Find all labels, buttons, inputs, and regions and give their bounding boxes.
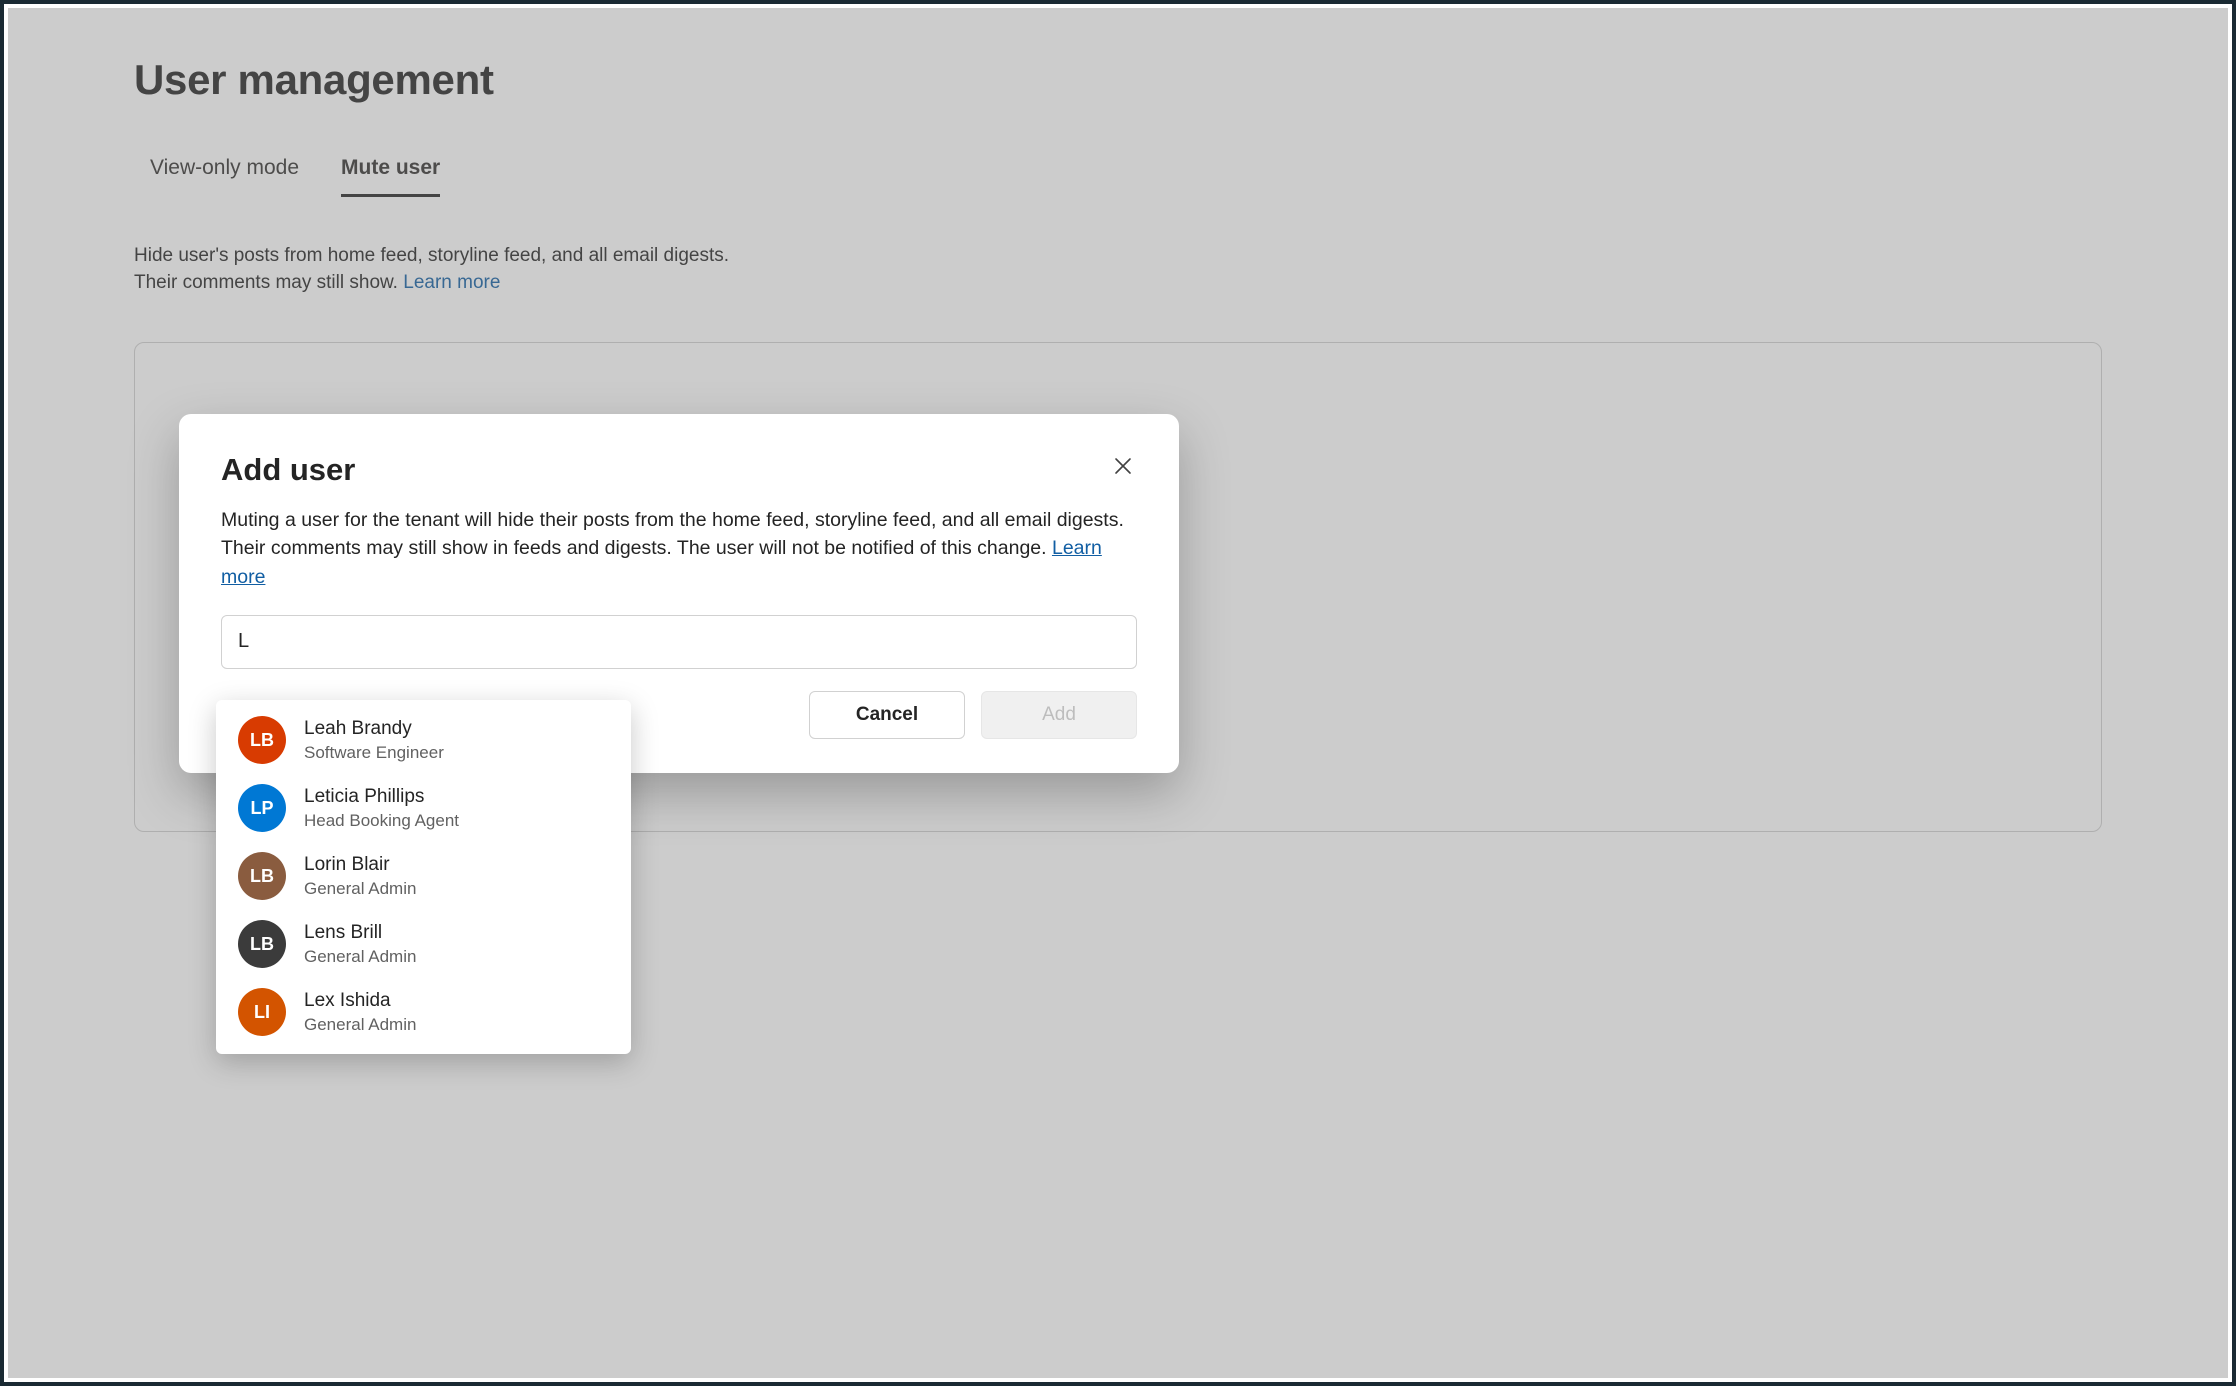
suggestion-name: Lorin Blair	[304, 852, 416, 878]
suggestion-item[interactable]: LI Lex Ishida General Admin	[216, 978, 631, 1046]
avatar: LB	[238, 852, 286, 900]
description-line1: Hide user's posts from home feed, storyl…	[134, 245, 729, 266]
suggestion-item[interactable]: LB Lens Brill General Admin	[216, 910, 631, 978]
tab-view-only-mode[interactable]: View-only mode	[150, 156, 299, 197]
avatar: LI	[238, 988, 286, 1036]
close-button[interactable]	[1109, 452, 1137, 480]
description-line2: Their comments may still show.	[134, 272, 403, 293]
user-suggestion-dropdown: LB Leah Brandy Software Engineer LP Leti…	[216, 700, 631, 1054]
suggestion-role: Software Engineer	[304, 742, 444, 764]
tab-description: Hide user's posts from home feed, storyl…	[134, 243, 854, 296]
close-icon	[1113, 456, 1133, 476]
learn-more-link[interactable]: Learn more	[403, 272, 500, 293]
dialog-description: Muting a user for the tenant will hide t…	[221, 506, 1137, 591]
suggestion-name: Leah Brandy	[304, 716, 444, 742]
suggestion-item[interactable]: LP Leticia Phillips Head Booking Agent	[216, 774, 631, 842]
avatar: LB	[238, 920, 286, 968]
page-title: User management	[134, 56, 2102, 104]
tab-list: View-only mode Mute user	[134, 156, 2102, 197]
suggestion-name: Lens Brill	[304, 920, 416, 946]
suggestion-item[interactable]: LB Leah Brandy Software Engineer	[216, 706, 631, 774]
suggestion-item[interactable]: LB Lorin Blair General Admin	[216, 842, 631, 910]
cancel-button[interactable]: Cancel	[809, 691, 965, 739]
suggestion-name: Lex Ishida	[304, 988, 416, 1014]
suggestion-role: General Admin	[304, 878, 416, 900]
dialog-title: Add user	[221, 452, 355, 488]
suggestion-role: Head Booking Agent	[304, 810, 459, 832]
tab-mute-user[interactable]: Mute user	[341, 156, 440, 197]
avatar: LP	[238, 784, 286, 832]
suggestion-name: Leticia Phillips	[304, 784, 459, 810]
dialog-body-text: Muting a user for the tenant will hide t…	[221, 509, 1124, 559]
avatar: LB	[238, 716, 286, 764]
suggestion-role: General Admin	[304, 946, 416, 968]
suggestion-role: General Admin	[304, 1014, 416, 1036]
add-button[interactable]: Add	[981, 691, 1137, 739]
user-search-input[interactable]	[221, 615, 1137, 669]
